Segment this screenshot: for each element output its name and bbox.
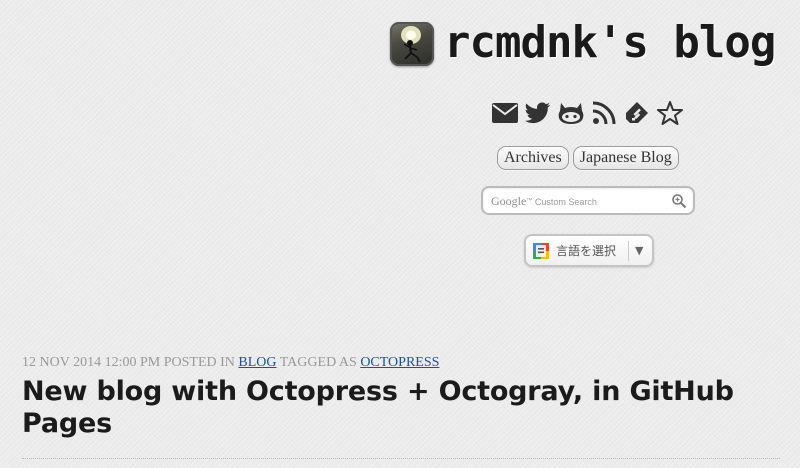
google-translate-icon [533, 243, 549, 259]
post-divider [22, 458, 780, 459]
site-header: rcmdnk's blog Archives Japanese Blog Goo… [0, 0, 800, 300]
tag-link[interactable]: Octopress [360, 355, 439, 370]
chevron-down-icon[interactable]: ▼ [635, 243, 643, 259]
social-icons [491, 98, 684, 128]
tagged-as-label: tagged as [279, 355, 357, 370]
language-select-label: 言語を選択 [556, 244, 617, 258]
site-logo[interactable] [390, 22, 434, 66]
feedly-icon[interactable] [623, 98, 651, 128]
language-select-divider [628, 241, 629, 261]
twitter-icon[interactable] [524, 98, 552, 128]
mail-icon[interactable] [491, 98, 519, 128]
posted-in-label: posted in [163, 355, 235, 370]
post-title[interactable]: New blog with Octopress + Octogray, in G… [22, 376, 782, 440]
site-title[interactable]: rcmdnk's blog [444, 17, 776, 69]
archives-link[interactable]: Archives [497, 146, 569, 170]
google-wordmark: Google [491, 194, 527, 208]
trademark-mark: ™ [526, 198, 533, 204]
search-input[interactable]: Google™ Custom Search [491, 193, 597, 209]
search-icon[interactable] [671, 193, 687, 209]
github-icon[interactable] [557, 98, 585, 128]
star-icon[interactable] [656, 98, 684, 128]
post-meta: 12 Nov 2014 12:00 PM posted in Blog tagg… [22, 354, 439, 372]
custom-search-label: Custom Search [534, 197, 597, 207]
category-link[interactable]: Blog [238, 355, 276, 370]
rss-icon[interactable] [590, 98, 618, 128]
language-select[interactable]: 言語を選択 ▼ [524, 234, 654, 267]
search-box[interactable]: Google™ Custom Search [481, 186, 695, 215]
post-date: 12 Nov 2014 12:00 PM [22, 355, 161, 370]
japanese-blog-link[interactable]: Japanese Blog [572, 146, 679, 170]
header-nav: Archives Japanese Blog [497, 146, 679, 170]
